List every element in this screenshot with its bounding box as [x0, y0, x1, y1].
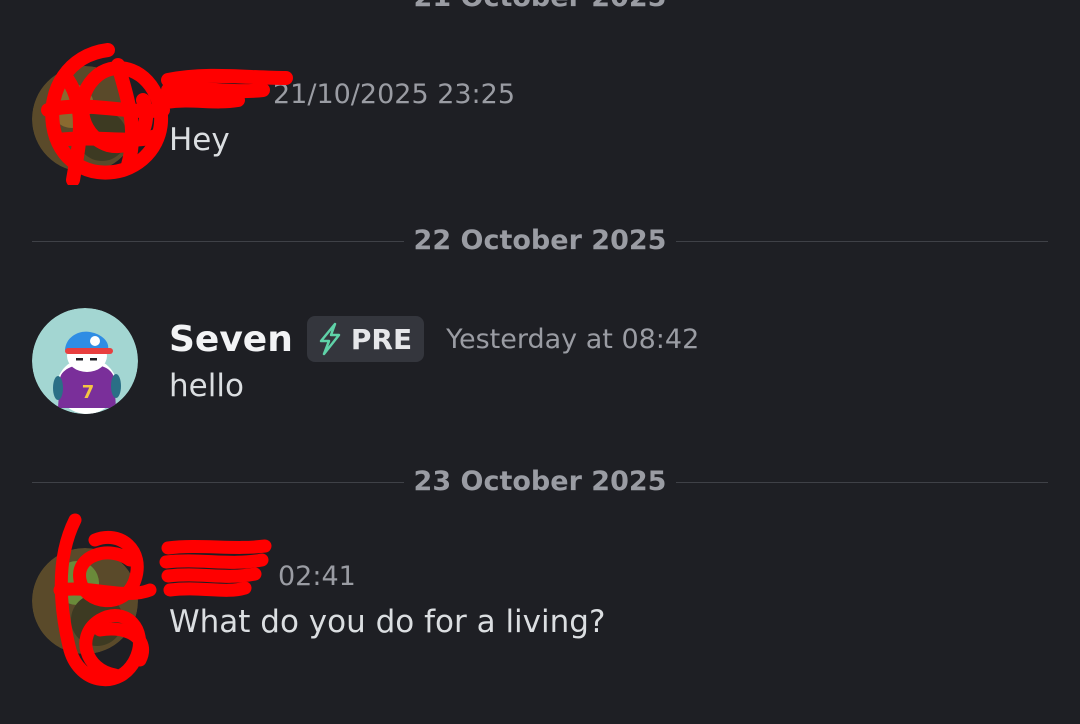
pre-badge[interactable]: PRE — [306, 316, 425, 362]
date-divider: 21 October 2025 — [32, 0, 1048, 18]
date-divider-label: 22 October 2025 — [413, 225, 667, 256]
username[interactable]: Seven — [169, 319, 293, 360]
message-content: What do you do for a living? — [169, 604, 606, 640]
divider-line — [32, 241, 404, 242]
penguin-avatar[interactable]: 7 — [32, 308, 138, 414]
lightning-bolt-icon — [319, 322, 341, 356]
message-header: Seven PRE Yesterday at 08:42 — [169, 315, 699, 363]
divider-line — [32, 482, 404, 483]
date-divider: 22 October 2025 — [32, 221, 1048, 261]
badge-label: PRE — [350, 322, 413, 356]
date-divider: 23 October 2025 — [32, 462, 1048, 502]
message-header: 02:41 — [169, 552, 356, 600]
message[interactable]: 02:41 What do you do for a living? — [32, 548, 1048, 658]
timestamp: 21/10/2025 23:25 — [273, 78, 516, 110]
divider-line — [676, 482, 1048, 483]
message-content: Hey — [169, 122, 230, 158]
chat-log: 21 October 2025 21/10/2025 23:25 Hey — [0, 0, 1080, 724]
message-header: 21/10/2025 23:25 — [169, 70, 515, 118]
divider-line — [676, 241, 1048, 242]
timestamp: Yesterday at 08:42 — [446, 323, 700, 355]
date-divider-label: 21 October 2025 — [404, 0, 676, 18]
redacted-avatar[interactable] — [32, 66, 138, 172]
timestamp: 02:41 — [278, 560, 356, 592]
message[interactable]: 7 Seven PRE Yesterday at 08:42 hello — [32, 308, 1048, 418]
date-divider-label: 23 October 2025 — [413, 466, 667, 497]
message-content: hello — [169, 368, 244, 404]
svg-text:7: 7 — [82, 382, 95, 403]
message[interactable]: 21/10/2025 23:25 Hey — [32, 66, 1048, 176]
redacted-avatar[interactable] — [32, 548, 138, 654]
